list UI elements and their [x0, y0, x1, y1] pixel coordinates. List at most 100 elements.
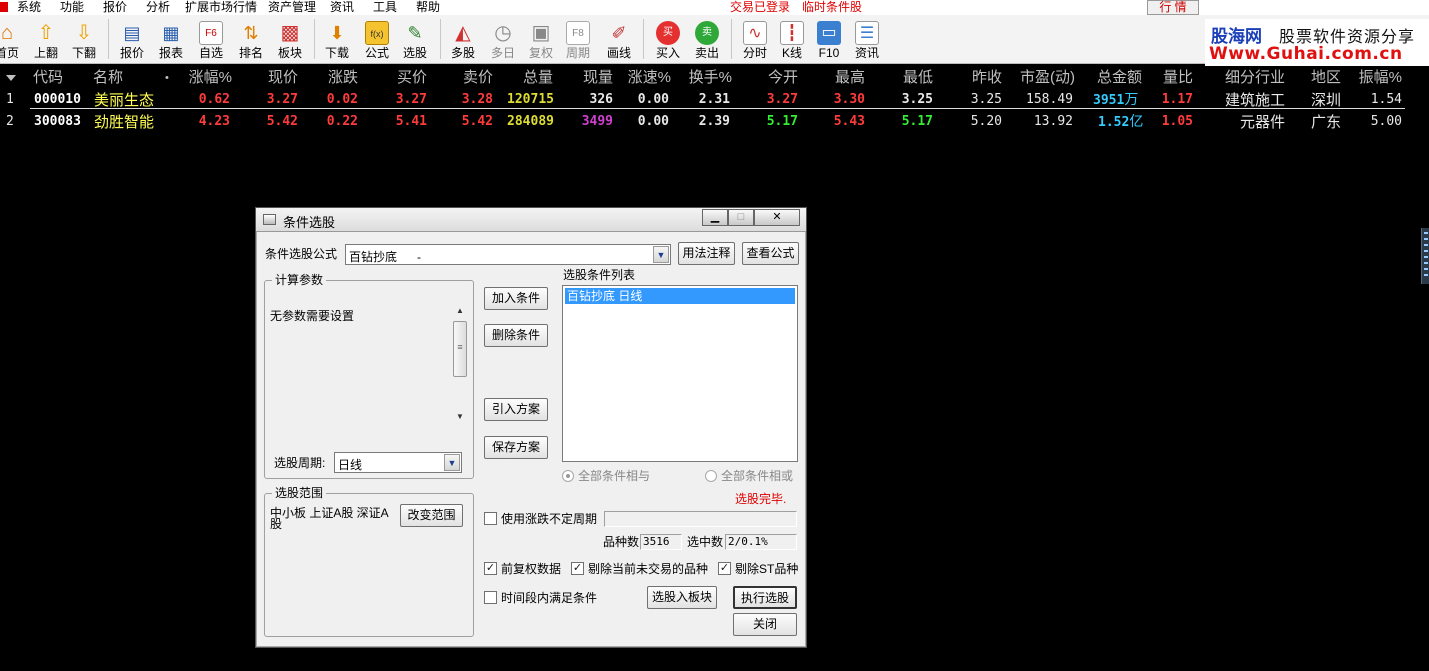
menu-extended-market[interactable]: 扩展市场行情 — [185, 0, 257, 14]
chevron-down-icon[interactable]: ▼ — [653, 246, 669, 263]
toolbar-page-up-button[interactable]: ⇧ 上翻 — [30, 15, 62, 64]
toolbar-draw-line-button[interactable]: ✐ 画线 — [603, 15, 635, 64]
toolbar-intraday-button[interactable]: ∿ 分时 — [739, 15, 771, 64]
toolbar-kline-button[interactable]: ┇ K线 — [776, 15, 808, 64]
col-vol-ratio[interactable]: 量比 — [1145, 67, 1193, 89]
toolbar-watchlist-button[interactable]: F6 自选 — [195, 15, 227, 64]
menu-help[interactable]: 帮助 — [416, 0, 440, 14]
menu-analysis[interactable]: 分析 — [146, 0, 170, 14]
scroll-up-icon[interactable]: ▲ — [452, 303, 468, 319]
save-scheme-button[interactable]: 保存方案 — [484, 436, 548, 459]
col-turnover[interactable]: 换手% — [676, 67, 732, 89]
toolbar-period-button[interactable]: F8 周期 — [562, 15, 594, 64]
menu-tools[interactable]: 工具 — [373, 0, 397, 14]
toolbar-ranking-button[interactable]: ⇅ 排名 — [235, 15, 267, 64]
period-select[interactable]: 日线 ▼ — [334, 452, 462, 473]
dialog-title-bar[interactable]: 条件选股 ▁ □ ✕ — [256, 208, 806, 232]
toolbar-buy-button[interactable]: 买买入 — [652, 15, 684, 64]
menu-news[interactable]: 资讯 — [330, 0, 354, 14]
exclude-untraded-label[interactable]: 剔除当前未交易的品种 — [588, 562, 708, 576]
menu-asset-management[interactable]: 资产管理 — [268, 0, 316, 14]
col-prev-close[interactable]: 昨收 — [952, 67, 1002, 89]
col-open[interactable]: 今开 — [748, 67, 798, 89]
toolbar-home-button[interactable]: ⌂ 首页 — [0, 15, 22, 64]
toolbar-page-down-button[interactable]: ⇩ 下翻 — [68, 15, 100, 64]
amount: 1.52亿 — [1098, 114, 1144, 130]
toolbar-separator — [643, 19, 644, 59]
col-ask[interactable]: 卖价 — [443, 67, 493, 89]
formula-label: 条件选股公式 — [265, 247, 338, 261]
menu-system[interactable]: 系统 — [17, 0, 41, 14]
table-row[interactable]: 2 300083 劲胜智能 4.23 5.42 0.22 5.41 5.42 2… — [0, 111, 1429, 133]
col-low[interactable]: 最低 — [883, 67, 933, 89]
toolbar-stock-picker-button[interactable]: ✎ 选股 — [399, 15, 431, 64]
toolbar-formula-button[interactable]: f(x) 公式 — [361, 15, 393, 64]
add-to-block-button[interactable]: 选股入板块 — [647, 586, 717, 609]
change-pct: 4.23 — [198, 114, 230, 129]
close-window-button[interactable]: ✕ — [754, 209, 800, 226]
col-price[interactable]: 现价 — [250, 67, 298, 89]
toolbar: ⌂ 首页 ⇧ 上翻 ⇩ 下翻 ▤ 报价 ▦ 报表 F6 自选 ⇅ 排名 ▩ 板块 ⬇ 下载 f(x… — [0, 15, 1429, 66]
minimize-button[interactable]: ▁ — [702, 209, 728, 226]
list-item[interactable]: 百钻抄底 日线 — [565, 288, 795, 304]
col-bid[interactable]: 买价 — [377, 67, 427, 89]
pre-adjust-checkbox[interactable]: ✓ — [484, 562, 497, 575]
industry: 元器件 — [1239, 113, 1285, 131]
row-index: 2 — [6, 114, 14, 129]
side-panel-handle[interactable] — [1421, 228, 1429, 284]
menu-function[interactable]: 功能 — [60, 0, 84, 14]
radio-all-and[interactable] — [562, 470, 574, 482]
toolbar-f10-button[interactable]: ▭ F10 — [813, 15, 845, 64]
maximize-button[interactable]: □ — [728, 209, 754, 226]
scroll-thumb[interactable]: ≡ — [453, 321, 467, 377]
col-speed[interactable]: 涨速% — [615, 67, 671, 89]
uncertain-period-checkbox[interactable] — [484, 512, 497, 525]
scroll-down-icon[interactable]: ▼ — [452, 409, 468, 425]
usage-notes-button[interactable]: 用法注释 — [678, 242, 735, 265]
delete-condition-button[interactable]: 删除条件 — [484, 324, 548, 347]
time-range-checkbox[interactable] — [484, 591, 497, 604]
quote-mode-button[interactable]: 行 情 — [1147, 0, 1199, 15]
col-amplitude[interactable]: 振幅% — [1350, 67, 1402, 89]
toolbar-adjust-button[interactable]: ▣ 复权 — [525, 15, 557, 64]
col-code[interactable]: 代码 — [33, 67, 63, 89]
execute-button[interactable]: 执行选股 — [733, 586, 797, 609]
col-high[interactable]: 最高 — [815, 67, 865, 89]
close-button[interactable]: 关闭 — [733, 613, 797, 636]
formula-select[interactable]: 百钻抄底 - ▼ — [345, 244, 671, 265]
toolbar-news-button[interactable]: ☰ 资讯 — [851, 15, 883, 64]
radio-all-or-label[interactable]: 全部条件相或 — [721, 469, 793, 483]
add-condition-button[interactable]: 加入条件 — [484, 287, 548, 310]
pre-adjust-label[interactable]: 前复权数据 — [501, 562, 561, 576]
toolbar-quote-button[interactable]: ▤ 报价 — [116, 15, 148, 64]
toolbar-report-button[interactable]: ▦ 报表 — [155, 15, 187, 64]
col-volume[interactable]: 总量 — [503, 67, 553, 89]
uncertain-period-label[interactable]: 使用涨跌不定周期 — [501, 512, 597, 526]
import-scheme-button[interactable]: 引入方案 — [484, 398, 548, 421]
col-amount[interactable]: 总金额 — [1080, 67, 1142, 89]
exclude-untraded-checkbox[interactable]: ✓ — [571, 562, 584, 575]
exclude-st-label[interactable]: 剔除ST品种 — [735, 562, 798, 576]
toolbar-download-button[interactable]: ⬇ 下载 — [321, 15, 353, 64]
col-current-vol[interactable]: 现量 — [563, 67, 613, 89]
view-formula-button[interactable]: 查看公式 — [742, 242, 799, 265]
radio-all-and-label[interactable]: 全部条件相与 — [578, 469, 650, 483]
change-range-button[interactable]: 改变范围 — [400, 504, 463, 527]
col-industry[interactable]: 细分行业 — [1205, 67, 1285, 89]
toolbar-sell-button[interactable]: 卖卖出 — [691, 15, 723, 64]
toolbar-multi-stock-button[interactable]: ◭ 多股 — [447, 15, 479, 64]
toolbar-sector-button[interactable]: ▩ 板块 — [274, 15, 306, 64]
condition-list[interactable]: 百钻抄底 日线 — [562, 285, 798, 462]
exclude-st-checkbox[interactable]: ✓ — [718, 562, 731, 575]
chevron-down-icon[interactable]: ▼ — [444, 454, 460, 471]
radio-all-or[interactable] — [705, 470, 717, 482]
col-change-pct[interactable]: 涨幅% — [172, 67, 232, 89]
col-region[interactable]: 地区 — [1295, 67, 1341, 89]
menu-quote[interactable]: 报价 — [103, 0, 127, 14]
params-scrollbar[interactable]: ▲ ≡ ▼ — [452, 303, 468, 425]
col-name[interactable]: 名称 — [93, 67, 123, 89]
toolbar-multi-day-button[interactable]: ◷ 多日 — [487, 15, 519, 64]
time-range-label[interactable]: 时间段内满足条件 — [501, 591, 597, 605]
col-change[interactable]: 涨跌 — [308, 67, 358, 89]
col-pe[interactable]: 市盈(动) — [1005, 67, 1075, 89]
